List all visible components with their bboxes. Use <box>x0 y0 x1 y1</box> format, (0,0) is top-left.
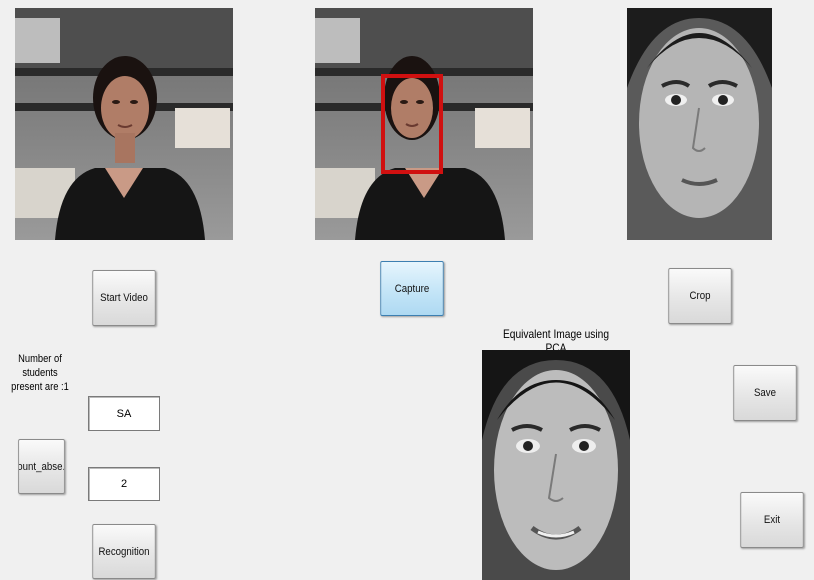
live-video-axes <box>15 8 233 240</box>
recognition-button[interactable]: Recognition <box>92 524 156 579</box>
save-button[interactable]: Save <box>733 365 797 421</box>
cropped-face-axes <box>627 8 772 240</box>
count-absent-button[interactable]: count_abse... <box>18 439 65 494</box>
start-video-button[interactable]: Start Video <box>92 270 156 326</box>
live-video-image <box>15 8 233 240</box>
crop-button[interactable]: Crop <box>668 268 732 324</box>
captured-frame-image <box>315 8 533 240</box>
name-field[interactable]: SA <box>88 396 160 431</box>
count-field[interactable]: 2 <box>88 467 160 501</box>
captured-frame-axes <box>315 8 533 240</box>
cropped-face-image <box>627 8 772 240</box>
capture-button[interactable]: Capture <box>380 261 444 316</box>
pca-face-axes <box>482 350 630 580</box>
students-present-label: Number of students present are :1 <box>11 353 69 393</box>
exit-button[interactable]: Exit <box>740 492 804 548</box>
pca-face-image <box>482 350 630 580</box>
